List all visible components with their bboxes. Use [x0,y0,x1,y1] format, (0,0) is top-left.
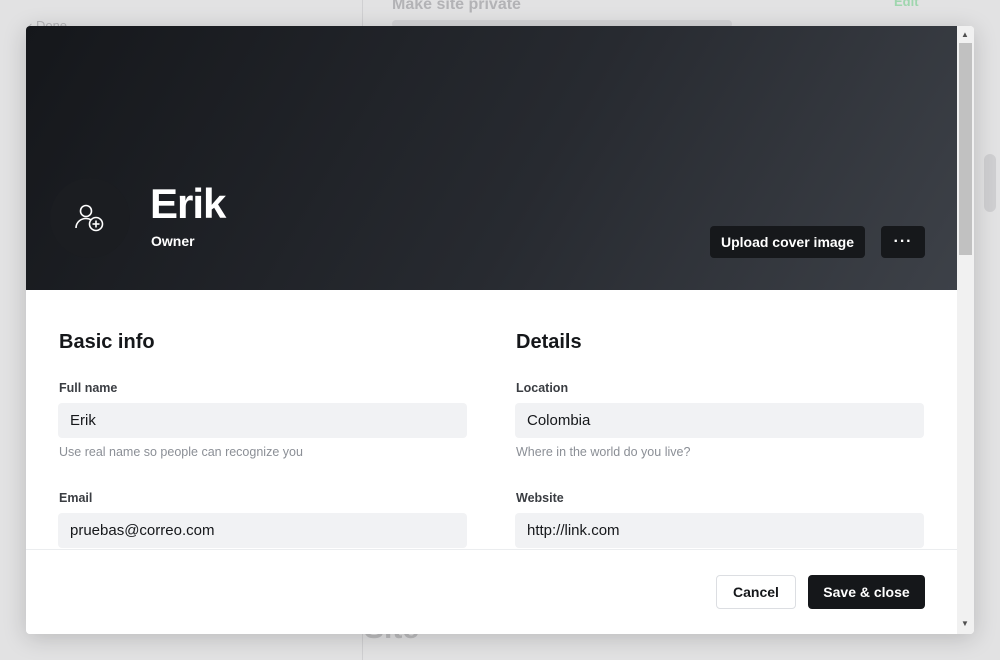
background-heading: Make site private [392,0,521,13]
more-options-button[interactable]: ··· [881,226,925,258]
profile-role: Owner [151,233,195,249]
modal-scrollbar[interactable]: ▲ ▼ [957,26,974,634]
profile-name: Erik [150,180,226,227]
cancel-button[interactable]: Cancel [716,575,796,609]
full-name-label: Full name [59,381,118,395]
scroll-up-icon[interactable]: ▲ [961,31,969,39]
avatar-upload[interactable] [50,178,130,258]
full-name-hint: Use real name so people can recognize yo… [59,445,303,459]
save-close-button[interactable]: Save & close [808,575,925,609]
profile-modal: Erik Owner Upload cover image ··· Basic … [26,26,974,634]
background-edit-link: Edit [894,0,919,9]
scroll-down-icon[interactable]: ▼ [961,620,969,628]
scroll-thumb[interactable] [959,43,972,255]
email-input[interactable] [58,513,467,548]
email-label: Email [59,491,93,505]
user-plus-icon [75,204,104,232]
location-label: Location [516,381,569,395]
website-label: Website [516,491,564,505]
upload-cover-button[interactable]: Upload cover image [710,226,865,258]
background-scrollbar [984,154,996,212]
modal-footer: Cancel Save & close [26,549,957,634]
website-input[interactable] [515,513,924,548]
location-hint: Where in the world do you live? [516,445,691,459]
details-title: Details [516,331,582,353]
cover-image: Erik Owner Upload cover image ··· [26,26,957,290]
location-input[interactable] [515,403,924,438]
basic-info-title: Basic info [59,331,155,353]
profile-form: Basic info Full name Use real name so pe… [26,290,957,550]
full-name-input[interactable] [58,403,467,438]
